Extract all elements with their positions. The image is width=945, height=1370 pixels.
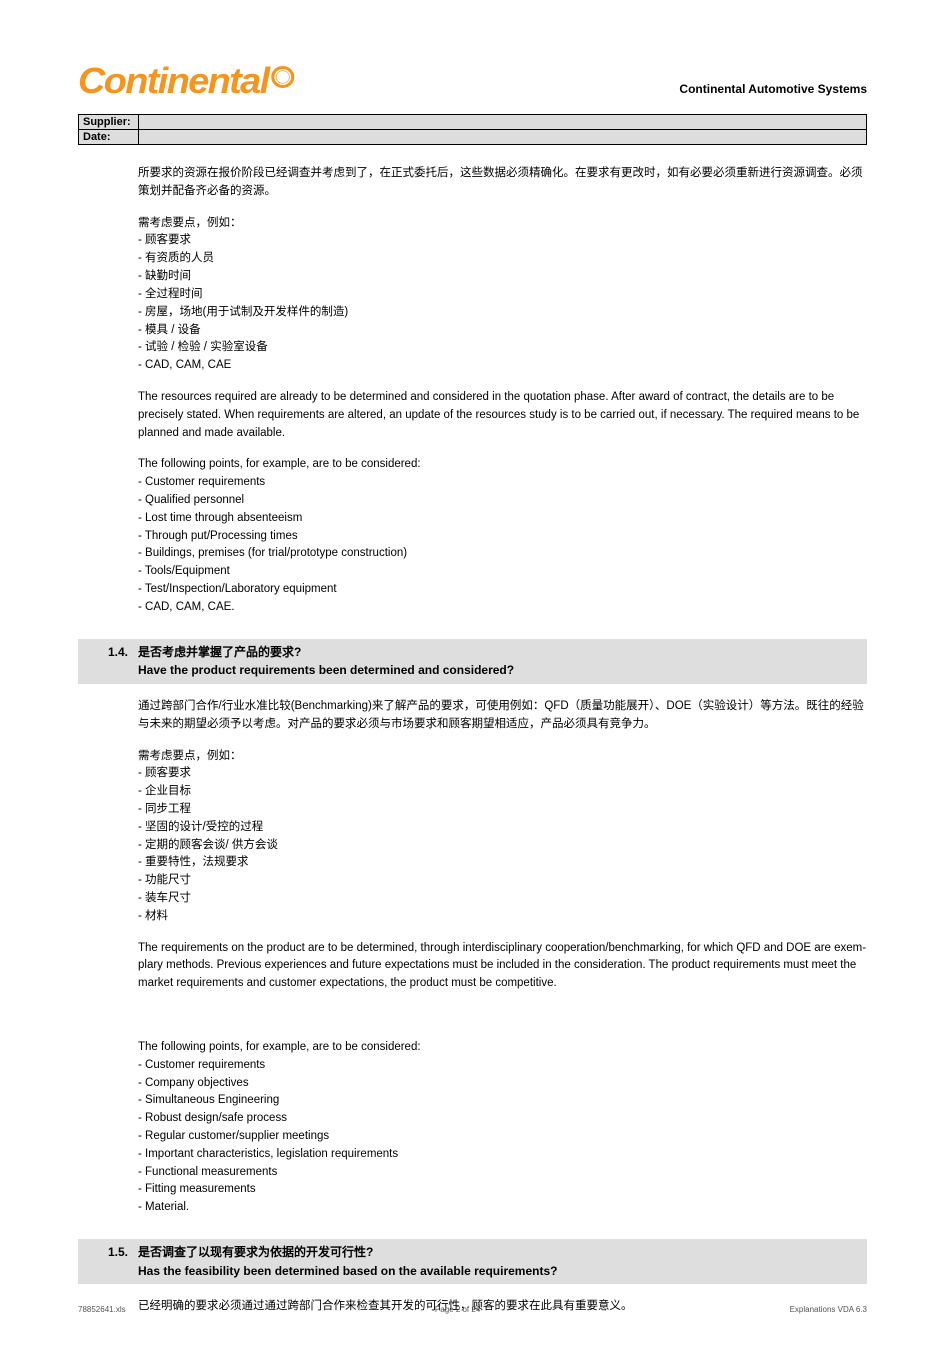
section-title-cn: 是否调查了以现有要求为依据的开发可行性?: [138, 1243, 863, 1262]
list-en: The following points, for example, are t…: [138, 1039, 867, 1217]
list-item: - 坚固的设计/受控的过程: [138, 819, 867, 837]
list-head: The following points, for example, are t…: [138, 1039, 867, 1057]
list-item: - 装车尺寸: [138, 890, 867, 908]
list-item: - Tools/Equipment: [138, 563, 867, 581]
logo: Continental: [78, 60, 295, 102]
list-item: - 房屋，场地(用于试制及开发样件的制造): [138, 304, 867, 322]
supplier-label: Supplier:: [79, 115, 139, 129]
brand-name: Continental Automotive Systems: [679, 82, 867, 102]
list-item: - Simultaneous Engineering: [138, 1092, 867, 1110]
section-titles: 是否调查了以现有要求为依据的开发可行性? Has the feasibility…: [138, 1243, 863, 1280]
section-titles: 是否考虑并掌握了产品的要求? Have the product requirem…: [138, 643, 863, 680]
header: Continental Continental Automotive Syste…: [78, 60, 867, 102]
list-item: - Customer requirements: [138, 474, 867, 492]
list-cn: 需考虑要点，例如： - 顾客要求 - 有资质的人员 - 缺勤时间 - 全过程时间…: [138, 215, 867, 375]
list-item: - Robust design/safe process: [138, 1110, 867, 1128]
logo-ring-icon: [272, 66, 295, 88]
meta-table: Supplier: Date:: [78, 114, 867, 145]
spacer: [138, 1007, 867, 1025]
list-item: - 模具 / 设备: [138, 322, 867, 340]
content: 所要求的资源在报价阶段已经调查并考虑到了，在正式委托后，这些数据必须精确化。在要…: [78, 145, 867, 1316]
list-item: - Regular customer/supplier meetings: [138, 1128, 867, 1146]
date-value: [139, 130, 866, 144]
list-item: - 材料: [138, 908, 867, 926]
section-num: 1.4.: [108, 643, 138, 680]
list-item: - Functional measurements: [138, 1164, 867, 1182]
list-item: - 全过程时间: [138, 286, 867, 304]
section-num: 1.5.: [108, 1243, 138, 1280]
list-item: - Qualified personnel: [138, 492, 867, 510]
list-item: - 缺勤时间: [138, 268, 867, 286]
list-item: - CAD, CAM, CAE.: [138, 599, 867, 617]
list-item: - Company objectives: [138, 1075, 867, 1093]
supplier-row: Supplier:: [79, 115, 866, 129]
list-item: - 顾客要求: [138, 765, 867, 783]
para: The requirements on the product are to b…: [138, 940, 867, 993]
footer-right: Explanations VDA 6.3: [790, 1305, 867, 1314]
list-item: - 有资质的人员: [138, 250, 867, 268]
footer: 78852641.xls Page 2 of 24 Explanations V…: [78, 1305, 867, 1314]
para: The resources required are already to be…: [138, 389, 867, 442]
section-title-en: Has the feasibility been determined base…: [138, 1262, 863, 1281]
list-item: - Test/Inspection/Laboratory equipment: [138, 581, 867, 599]
footer-center: Page 2 of 24: [435, 1305, 480, 1314]
supplier-value: [139, 115, 866, 129]
list-item: - 企业目标: [138, 783, 867, 801]
section-1-5: 1.5. 是否调查了以现有要求为依据的开发可行性? Has the feasib…: [78, 1239, 867, 1284]
list-head: The following points, for example, are t…: [138, 456, 867, 474]
list-item: - Fitting measurements: [138, 1181, 867, 1199]
date-label: Date:: [79, 130, 139, 144]
list-item: - CAD, CAM, CAE: [138, 357, 867, 375]
list-item: - 试验 / 检验 / 实验室设备: [138, 339, 867, 357]
list-item: - Material.: [138, 1199, 867, 1217]
list-head: 需考虑要点，例如：: [138, 748, 867, 766]
section-1-4: 1.4. 是否考虑并掌握了产品的要求? Have the product req…: [78, 639, 867, 684]
list-item: - Lost time through absenteeism: [138, 510, 867, 528]
list-item: - Buildings, premises (for trial/prototy…: [138, 545, 867, 563]
list-item: - 顾客要求: [138, 232, 867, 250]
page: Continental Continental Automotive Syste…: [0, 0, 945, 1370]
section-title-en: Have the product requirements been deter…: [138, 661, 863, 680]
footer-left: 78852641.xls: [78, 1305, 126, 1314]
list-item: - Through put/Processing times: [138, 528, 867, 546]
list-item: - 同步工程: [138, 801, 867, 819]
list-en: The following points, for example, are t…: [138, 456, 867, 616]
list-cn: 需考虑要点，例如： - 顾客要求 - 企业目标 - 同步工程 - 坚固的设计/受…: [138, 748, 867, 926]
logo-text: Continental: [78, 60, 269, 102]
list-item: - 定期的顾客会谈/ 供方会谈: [138, 837, 867, 855]
date-row: Date:: [79, 129, 866, 144]
list-item: - 功能尺寸: [138, 872, 867, 890]
section-title-cn: 是否考虑并掌握了产品的要求?: [138, 643, 863, 662]
list-head: 需考虑要点，例如：: [138, 215, 867, 233]
para: 所要求的资源在报价阶段已经调查并考虑到了，在正式委托后，这些数据必须精确化。在要…: [138, 165, 867, 201]
list-item: - Important characteristics, legislation…: [138, 1146, 867, 1164]
para: 通过跨部门合作/行业水准比较(Benchmarking)来了解产品的要求，可使用…: [138, 698, 867, 734]
list-item: - 重要特性，法规要求: [138, 854, 867, 872]
list-item: - Customer requirements: [138, 1057, 867, 1075]
